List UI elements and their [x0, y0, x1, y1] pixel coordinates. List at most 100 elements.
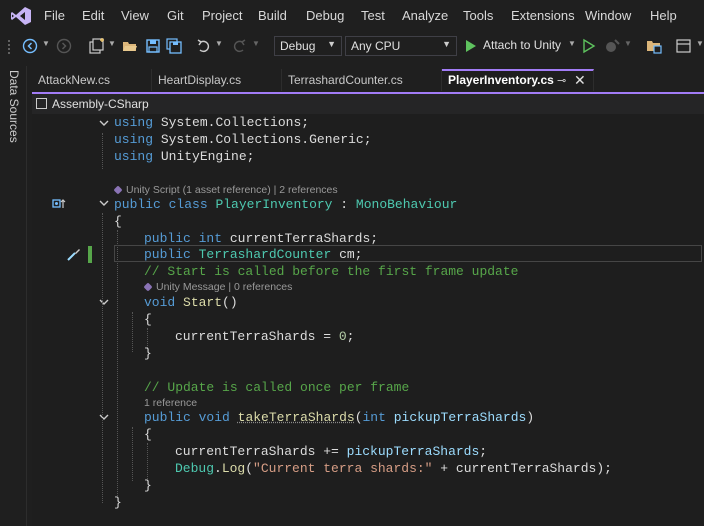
code-line: using System.Collections.Generic;	[114, 131, 372, 148]
tab-playerinventory[interactable]: PlayerInventory.cs ⊸ ✕	[442, 69, 594, 91]
code-token: ;	[363, 132, 372, 147]
code-line: void Start()	[144, 294, 238, 311]
menu-build[interactable]: Build	[258, 8, 287, 23]
redo-dropdown-icon[interactable]: ▼	[252, 39, 260, 55]
menu-project[interactable]: Project	[202, 8, 242, 23]
code-comment: // Start is called before the first fram…	[144, 264, 519, 279]
inheritance-margin-icon[interactable]	[52, 198, 66, 210]
code-token: (	[245, 461, 254, 476]
data-sources-tab[interactable]: Data Sources	[7, 70, 21, 143]
code-token: currentTerraShards	[175, 444, 316, 459]
pin-icon[interactable]: ⊸	[557, 74, 566, 87]
tab-terrashardcounter[interactable]: TerrashardCounter.cs	[282, 69, 442, 91]
code-token: currentTerraShards	[455, 461, 597, 476]
code-line: {	[114, 214, 122, 229]
collapse-start-icon[interactable]	[98, 296, 110, 308]
code-line: currentTerraShards = 0;	[175, 328, 354, 345]
collapse-method-icon[interactable]	[98, 411, 110, 423]
tab-attacknew[interactable]: AttackNew.cs	[32, 69, 152, 91]
start-without-debugging-icon[interactable]	[582, 38, 596, 54]
layout-dropdown-icon[interactable]: ▼	[696, 39, 704, 55]
redo-icon[interactable]	[231, 38, 247, 54]
code-token: void	[198, 410, 230, 425]
attach-to-unity-button[interactable]: Attach to Unity	[483, 38, 561, 52]
open-folder-icon[interactable]	[122, 38, 138, 54]
menu-window[interactable]: Window	[585, 8, 631, 23]
back-icon[interactable]	[22, 38, 38, 54]
close-icon[interactable]: ✕	[574, 72, 586, 89]
menu-analyze[interactable]: Analyze	[402, 8, 448, 23]
undo-icon[interactable]	[196, 38, 212, 54]
code-token: ;	[346, 329, 355, 344]
new-project-icon[interactable]	[88, 38, 106, 54]
visual-studio-logo-icon[interactable]	[10, 6, 32, 26]
menu-file[interactable]: File	[44, 8, 65, 23]
platform-value: Any CPU	[351, 39, 401, 53]
code-line: public void takeTerraShards(int pickupTe…	[144, 409, 534, 426]
hot-reload-dropdown-icon[interactable]: ▼	[624, 39, 632, 55]
code-token: Collections	[215, 115, 302, 130]
codelens-references[interactable]: 1 reference	[144, 396, 197, 410]
chevron-down-icon: ▼	[442, 39, 451, 49]
save-all-icon[interactable]	[166, 38, 182, 54]
window-layout-icon[interactable]	[676, 38, 692, 54]
menu-tools[interactable]: Tools	[463, 8, 493, 23]
menu-help[interactable]: Help	[650, 8, 677, 23]
unity-icon	[143, 282, 153, 292]
forward-icon[interactable]	[56, 38, 72, 54]
attach-dropdown-icon[interactable]: ▼	[568, 39, 576, 55]
codelens-text: Unity Message | 0 references	[156, 281, 293, 293]
menu-debug[interactable]: Debug	[306, 8, 344, 23]
code-token: int	[198, 231, 223, 246]
codelens-text: 1 reference	[144, 397, 198, 409]
menu-view[interactable]: View	[121, 8, 149, 23]
collapse-class-icon[interactable]	[98, 197, 110, 209]
code-token: );	[596, 461, 612, 476]
code-token: PlayerInventory	[215, 197, 333, 212]
tab-heartdisplay[interactable]: HeartDisplay.cs	[152, 69, 282, 91]
hot-reload-icon[interactable]	[604, 38, 622, 54]
new-dropdown-icon[interactable]: ▼	[108, 39, 116, 55]
project-icon	[36, 98, 47, 109]
code-token: currentTerraShards	[175, 329, 316, 344]
project-dropdown[interactable]: Assembly-CSharp	[52, 97, 149, 111]
code-token: currentTerraShards	[229, 231, 371, 246]
codelens-text: Unity Script (1 asset reference) | 2 ref…	[126, 184, 338, 196]
code-token: public	[144, 231, 191, 246]
indent-guide	[132, 312, 133, 352]
code-editor[interactable]: using System.Collections; using System.C…	[32, 114, 704, 526]
code-token: public	[144, 410, 191, 425]
menu-edit[interactable]: Edit	[82, 8, 104, 23]
code-line: public class PlayerInventory : MonoBehav…	[114, 196, 457, 213]
code-line: }	[144, 346, 152, 361]
save-icon[interactable]	[145, 38, 161, 54]
menu-extensions[interactable]: Extensions	[511, 8, 575, 23]
code-token: Generic	[309, 132, 364, 147]
document-tabs: AttackNew.cs HeartDisplay.cs TerrashardC…	[32, 69, 704, 91]
code-token: ()	[222, 295, 238, 310]
configuration-select[interactable]: Debug ▼	[274, 36, 342, 56]
codelens-unity-message[interactable]: Unity Message | 0 references	[143, 280, 293, 294]
platform-select[interactable]: Any CPU ▼	[345, 36, 457, 56]
code-token: using	[114, 132, 154, 147]
codelens-references[interactable]: Unity Script (1 asset reference) | 2 ref…	[113, 183, 338, 197]
back-dropdown-icon[interactable]: ▼	[42, 39, 50, 55]
code-token: public	[114, 197, 161, 212]
start-debugging-icon[interactable]	[464, 38, 478, 54]
code-line: {	[144, 427, 152, 442]
collapse-using-icon[interactable]	[98, 117, 110, 129]
code-token: .	[301, 132, 310, 147]
code-token: Log	[221, 461, 246, 476]
refactor-brush-icon[interactable]	[66, 247, 82, 261]
indent-guide	[102, 133, 103, 169]
code-line: currentTerraShards += pickupTerraShards;	[175, 443, 487, 460]
menu-git[interactable]: Git	[167, 8, 184, 23]
toolbar-grip-icon[interactable]	[6, 38, 12, 54]
indent-guide	[117, 230, 118, 496]
undo-dropdown-icon[interactable]: ▼	[215, 39, 223, 55]
indent-guide	[132, 427, 133, 481]
menu-test[interactable]: Test	[361, 8, 385, 23]
code-line: using UnityEngine;	[114, 148, 254, 165]
code-line: public int currentTerraShards;	[144, 230, 378, 247]
solution-explorer-icon[interactable]	[646, 38, 662, 54]
